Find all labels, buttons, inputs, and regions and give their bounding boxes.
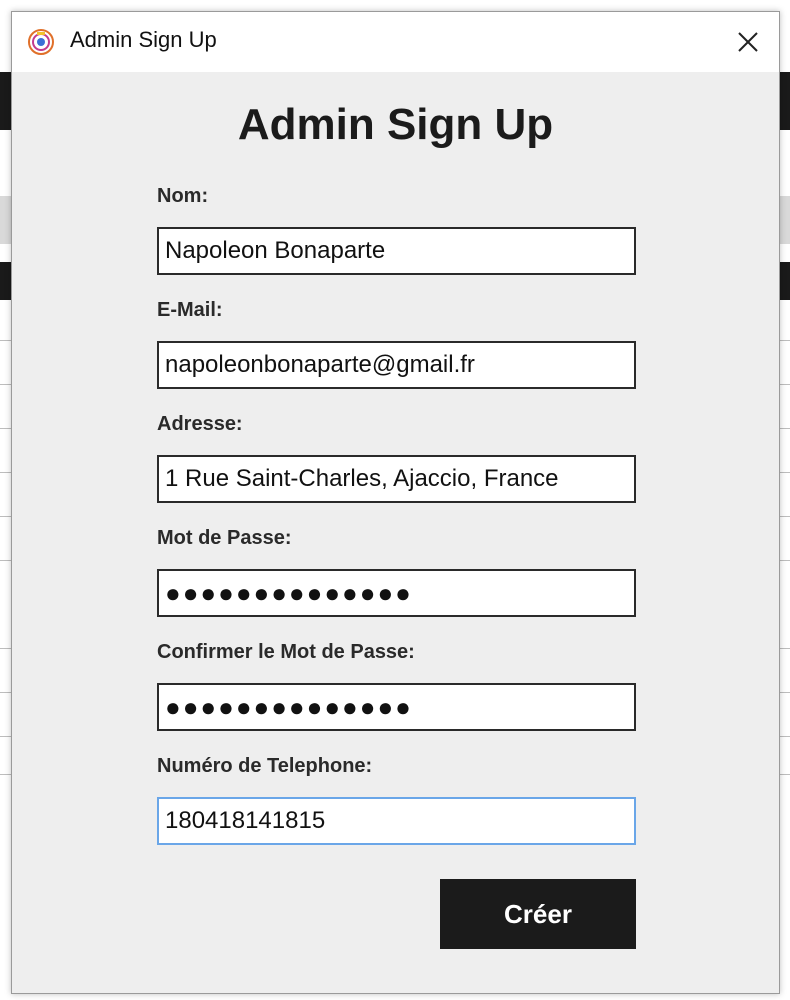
password-label: Mot de Passe: [157,527,292,549]
email-field[interactable] [157,341,636,389]
name-field[interactable] [157,227,636,275]
phone-field[interactable] [157,797,636,845]
form-heading: Admin Sign Up [237,100,554,149]
confirm-password-label: Confirmer le Mot de Passe: [157,641,415,663]
window-title: Admin Sign Up [70,27,217,52]
address-label: Adresse: [157,413,243,435]
signup-dialog: Admin Sign Up Admin Sign Up Nom: E-Mail:… [11,11,780,994]
title-bar[interactable]: Admin Sign Up [12,12,779,72]
confirm-password-field[interactable] [157,683,636,731]
create-button[interactable]: Créer [440,879,636,949]
password-field[interactable] [157,569,636,617]
phone-label: Numéro de Telephone: [157,755,373,777]
app-logo-icon [28,29,54,55]
close-button[interactable] [717,12,779,72]
address-field[interactable] [157,455,636,503]
close-icon [738,32,758,52]
name-label: Nom: [157,185,209,207]
email-label: E-Mail: [157,299,223,321]
